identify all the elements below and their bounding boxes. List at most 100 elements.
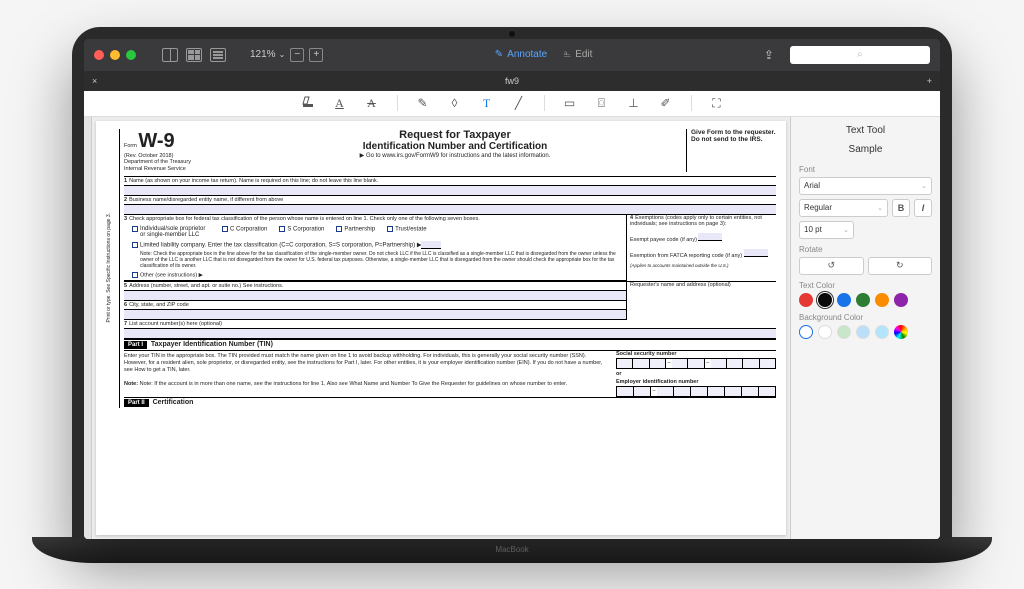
share-button[interactable]: ⇪ <box>764 48 774 62</box>
view-list-icon[interactable] <box>210 48 226 62</box>
checkbox-scorp[interactable]: S Corporation <box>279 226 324 238</box>
new-tab-button[interactable]: + <box>927 76 932 86</box>
pen-tool-icon[interactable]: ✎ <box>416 96 430 110</box>
stamp-tool-icon[interactable]: ⊥ <box>627 96 641 110</box>
checkbox-llc[interactable] <box>132 242 138 248</box>
line2-label: Business name/disregarded entity name, i… <box>129 197 283 203</box>
weight-select[interactable]: Regular⌄ <box>799 199 888 217</box>
form-revision: (Rev. October 2018) <box>124 153 173 159</box>
document-page[interactable]: Print or type. See Specific Instructions… <box>96 121 786 535</box>
edit-mode-button[interactable]: ⎁ Edit <box>563 49 592 60</box>
font-select[interactable]: Arial⌄ <box>799 177 932 195</box>
crop-tool-icon[interactable]: ⛶ <box>710 96 724 111</box>
window-controls[interactable] <box>94 50 136 60</box>
checkbox-ccorp[interactable]: C Corporation <box>222 226 267 238</box>
bg-color-swatch[interactable] <box>818 325 832 339</box>
city-field[interactable] <box>124 310 626 320</box>
view-thumbnails-icon[interactable] <box>186 48 202 62</box>
eyedropper-tool-icon[interactable]: ✐ <box>659 96 673 110</box>
text-color-swatch[interactable] <box>875 293 889 307</box>
rotate-ccw-button[interactable]: ↺ <box>799 257 864 275</box>
size-select[interactable]: 10 pt⌄ <box>799 221 854 239</box>
fatca-field[interactable] <box>744 249 768 257</box>
rotate-cw-button[interactable]: ↻ <box>868 257 933 275</box>
left-gutter <box>84 117 92 539</box>
checkbox-trust[interactable]: Trust/estate <box>387 226 426 238</box>
form-give-note: Give Form to the requester. Do not send … <box>686 129 776 173</box>
bg-color-swatch[interactable] <box>799 325 813 339</box>
font-label: Font <box>799 165 932 174</box>
zoom-in-button[interactable]: + <box>309 48 323 62</box>
llc-class-field[interactable] <box>421 241 441 249</box>
checkbox-other[interactable] <box>132 272 138 278</box>
zoom-value: 121% <box>250 49 276 60</box>
bg-color-swatch[interactable] <box>837 325 851 339</box>
text-color-swatch[interactable] <box>837 293 851 307</box>
underline-tool-icon[interactable]: A <box>333 96 347 111</box>
fatca-note: (Applies to accounts maintained outside … <box>630 263 776 268</box>
address-field[interactable] <box>124 291 626 301</box>
inspector-panel: Text Tool Sample Font Arial⌄ Regular⌄ B … <box>790 117 940 539</box>
text-color-swatches <box>799 293 932 307</box>
annotate-mode-button[interactable]: ✎ Annotate <box>495 49 547 60</box>
line2-field[interactable] <box>124 205 776 215</box>
llc-note: Note: Check the appropriate box in the l… <box>124 249 626 271</box>
sample-preview: Sample <box>799 144 932 155</box>
zoom-dropdown-icon[interactable]: ⌄ <box>279 50 286 59</box>
line-tool-icon[interactable]: ╱ <box>512 96 526 110</box>
margin-instructions: Print or type. See Specific Instructions… <box>106 211 118 325</box>
laptop-base: MacBook <box>32 537 992 563</box>
text-color-swatch[interactable] <box>856 293 870 307</box>
bg-color-swatch[interactable] <box>875 325 889 339</box>
form-title-1: Request for Taxpayer <box>232 129 678 141</box>
line1-field[interactable] <box>124 186 776 196</box>
rotate-label: Rotate <box>799 245 932 254</box>
tab-bar: × fw9 + <box>84 71 940 91</box>
fullscreen-window-button[interactable] <box>126 50 136 60</box>
requester-label: Requester's name and address (optional) <box>630 282 731 288</box>
main-toolbar: 121% ⌄ − + ✎ Annotate ⎁ Edit ⇪ ⌕ <box>84 39 940 71</box>
minimize-window-button[interactable] <box>110 50 120 60</box>
bg-color-label: Background Color <box>799 313 932 322</box>
work-area: Print or type. See Specific Instructions… <box>84 117 940 539</box>
bg-color-swatch[interactable] <box>856 325 870 339</box>
account-field[interactable] <box>124 329 776 339</box>
text-color-swatch[interactable] <box>818 293 832 307</box>
text-color-swatch[interactable] <box>799 293 813 307</box>
form-title-2: Identification Number and Certification <box>232 141 678 152</box>
zoom-control[interactable]: 121% ⌄ − + <box>250 48 323 62</box>
line3-label: Check appropriate box for federal tax cl… <box>129 216 480 222</box>
text-tool-icon[interactable]: T <box>480 96 494 111</box>
panel-title: Text Tool <box>799 125 932 136</box>
part1-badge: Part I <box>124 341 147 349</box>
form-dept: Department of the Treasury <box>124 159 191 165</box>
search-input[interactable]: ⌕ <box>790 46 930 64</box>
text-color-swatch[interactable] <box>894 293 908 307</box>
ssn-field[interactable]: – – <box>616 358 776 369</box>
line1-label: Name (as shown on your income tax return… <box>129 178 378 184</box>
text-color-label: Text Color <box>799 281 932 290</box>
form-code: W-9 <box>138 130 174 152</box>
form-label: Form <box>124 143 137 149</box>
tab-close-button[interactable]: × <box>92 76 97 86</box>
note-tool-icon[interactable]: ▭ <box>563 96 577 110</box>
eraser-tool-icon[interactable]: ◊ <box>448 96 462 110</box>
highlight-tool-icon[interactable] <box>301 96 315 111</box>
part2-badge: Part II <box>124 399 149 407</box>
bold-button[interactable]: B <box>892 199 910 217</box>
form-irs: Internal Revenue Service <box>124 166 186 172</box>
italic-button[interactable]: I <box>914 199 932 217</box>
strikethrough-tool-icon[interactable]: A <box>365 96 379 111</box>
close-window-button[interactable] <box>94 50 104 60</box>
annotate-icon: ✎ <box>495 49 503 60</box>
exempt-payee-field[interactable] <box>698 233 722 241</box>
checkbox-partnership[interactable]: Partnership <box>336 226 375 238</box>
view-sidebar-icon[interactable] <box>162 48 178 62</box>
bg-color-swatch[interactable] <box>894 325 908 339</box>
ein-field[interactable]: – <box>616 386 776 397</box>
tab-title[interactable]: fw9 <box>505 76 519 86</box>
callout-tool-icon[interactable]: ⌼ <box>595 96 609 111</box>
checkbox-individual[interactable]: Individual/sole proprietor or single-mem… <box>132 226 210 238</box>
annotation-toolbar: A A ✎ ◊ T ╱ ▭ ⌼ ⊥ ✐ ⛶ <box>84 91 940 117</box>
zoom-out-button[interactable]: − <box>290 48 304 62</box>
